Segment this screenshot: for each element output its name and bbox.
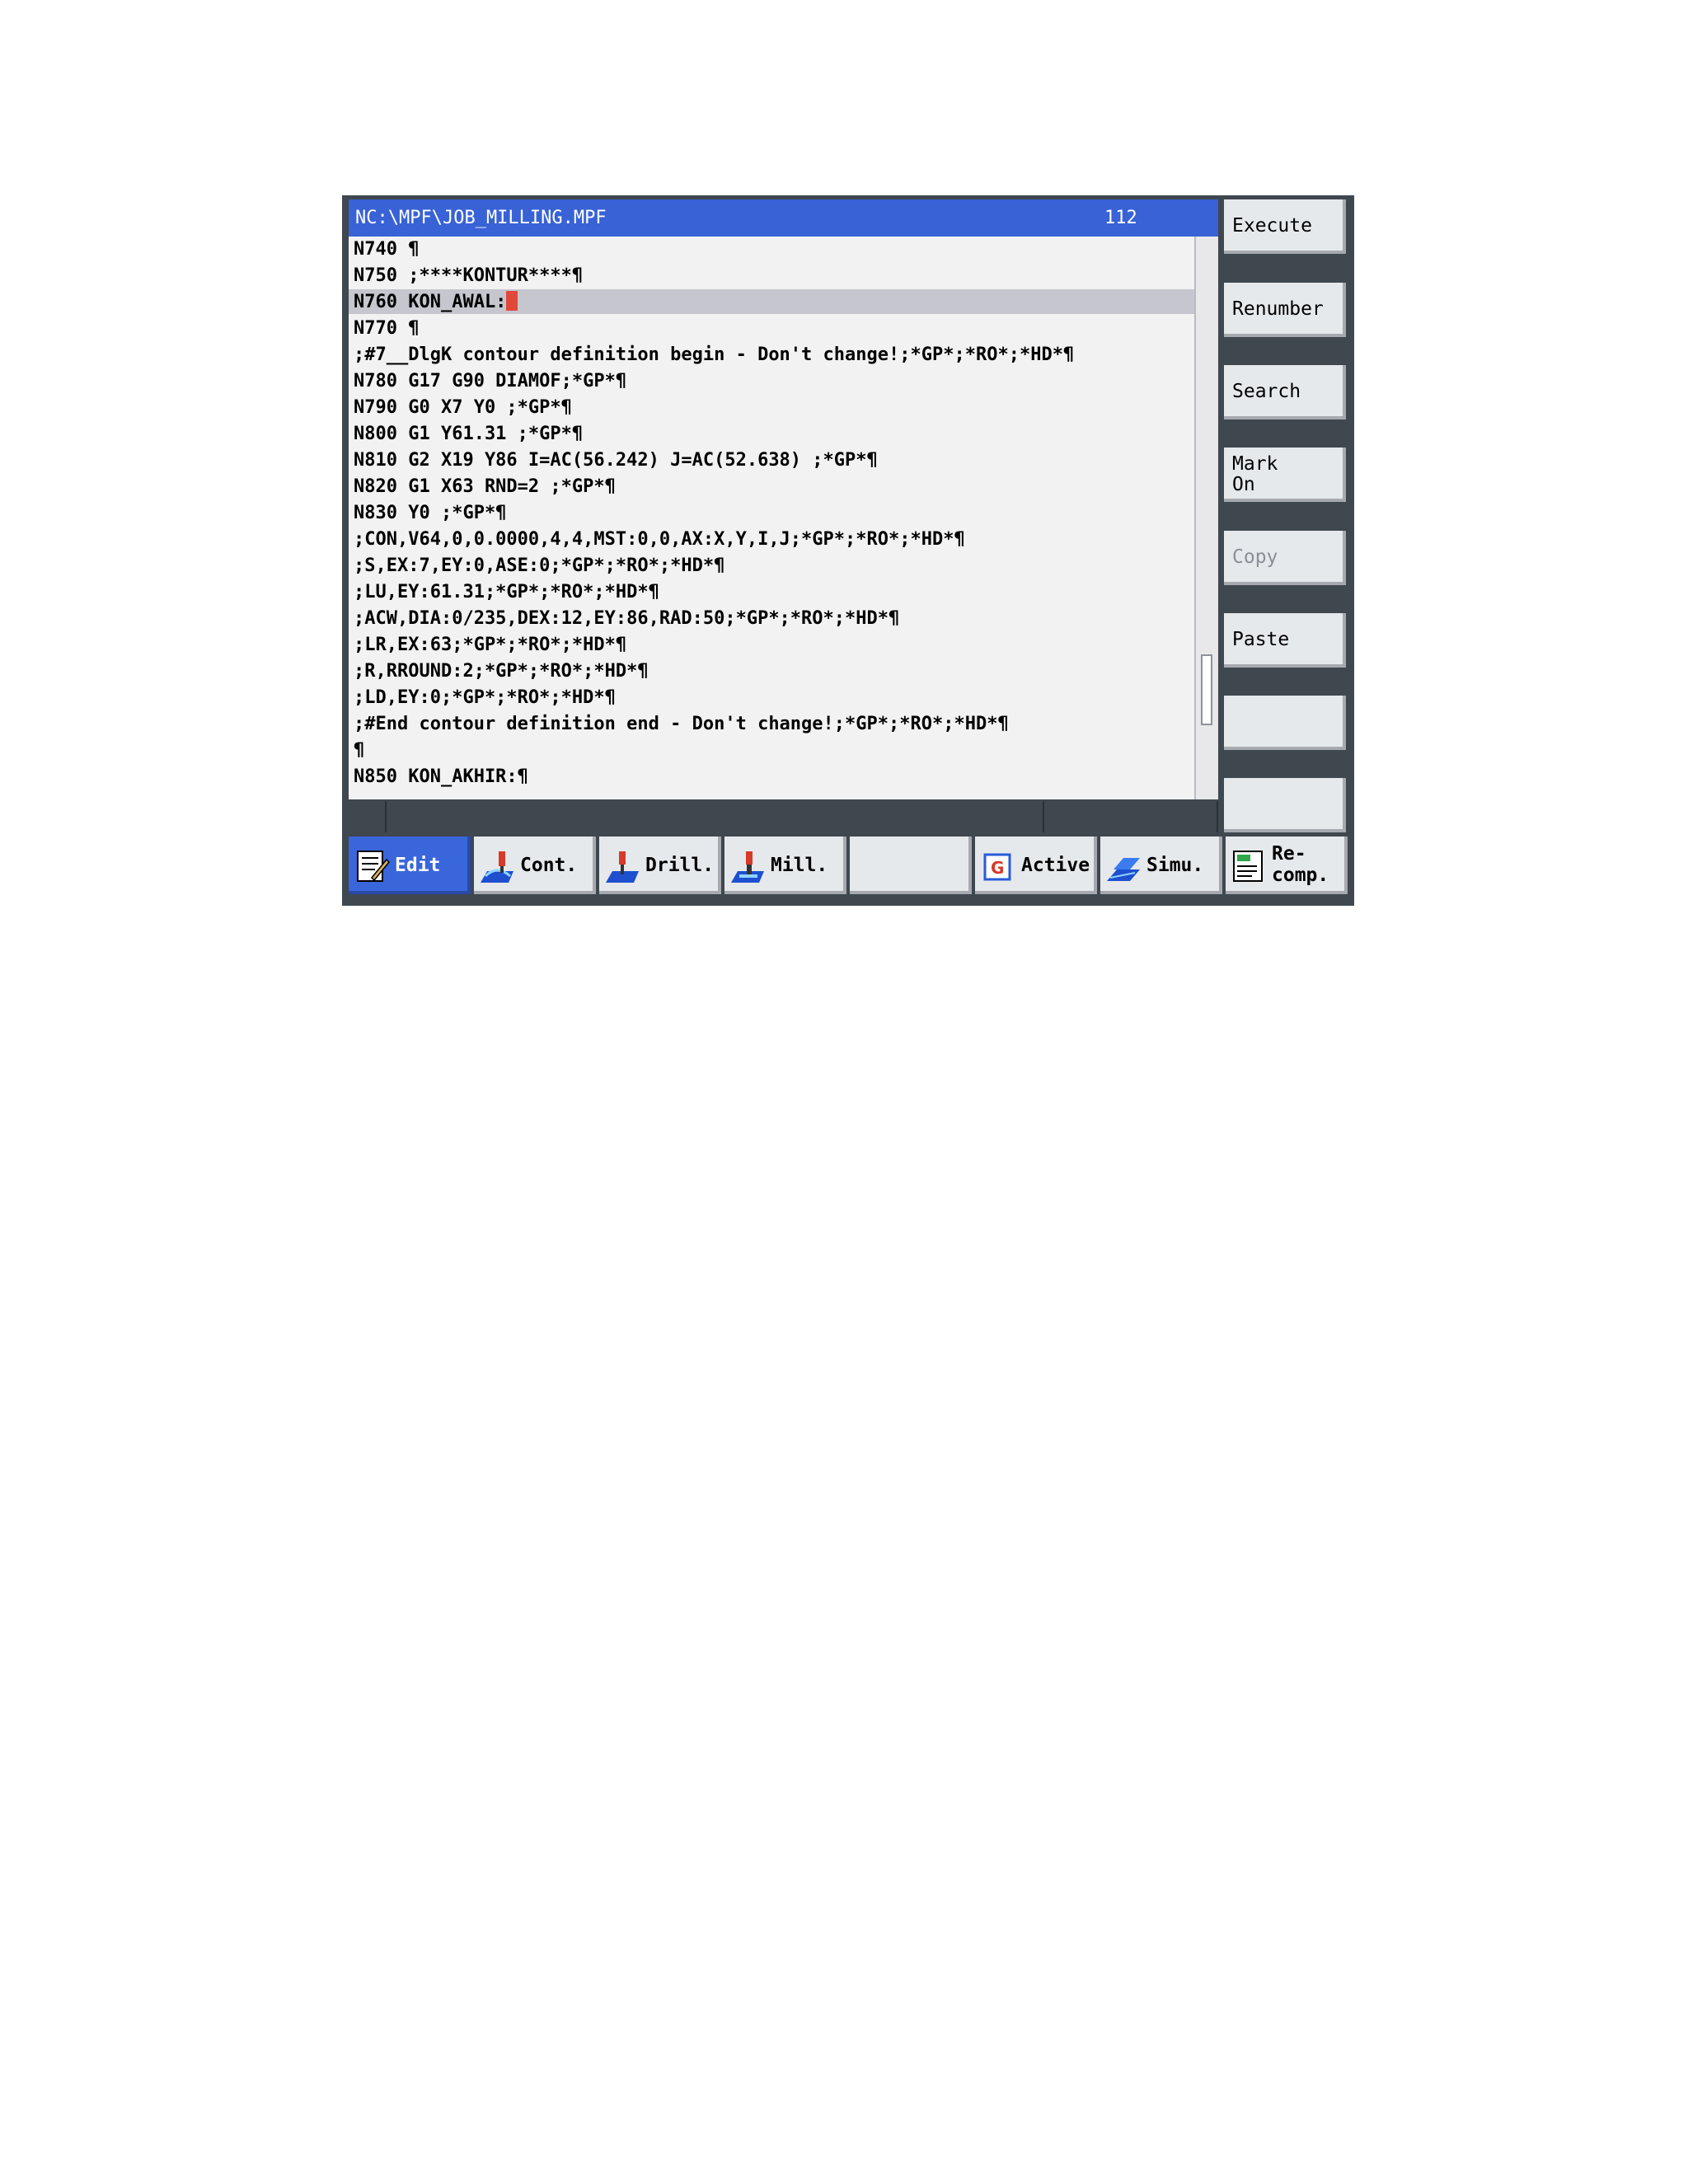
recompile-label-line1: Re- xyxy=(1272,843,1306,865)
contour-button[interactable]: Cont. xyxy=(474,837,596,894)
code-line[interactable]: ;R,RROUND:2;*GP*;*RO*;*HD*¶ xyxy=(349,658,1194,683)
recompile-label: Re- comp. xyxy=(1272,843,1329,886)
code-line[interactable]: ;CON,V64,0,0.0000,4,4,MST:0,0,AX:X,Y,I,J… xyxy=(349,527,1194,551)
svg-text:G: G xyxy=(991,858,1004,878)
drill-icon xyxy=(606,851,639,883)
simulation-label: Simu. xyxy=(1146,855,1204,876)
mark-on-button[interactable]: Mark On xyxy=(1224,448,1346,502)
edit-notepad-icon xyxy=(357,851,390,882)
paste-label: Paste xyxy=(1232,629,1290,650)
edit-label: Edit xyxy=(395,855,441,876)
scrollbar-thumb[interactable] xyxy=(1201,654,1212,725)
empty-softkey-8[interactable] xyxy=(1224,778,1346,832)
empty-softkey-7[interactable] xyxy=(1224,696,1346,750)
drill-button[interactable]: Drill. xyxy=(599,837,721,894)
code-line[interactable]: N810 G2 X19 Y86 I=AC(56.242) J=AC(52.638… xyxy=(349,448,1194,472)
g-code-active-icon: G xyxy=(983,853,1011,881)
text-cursor xyxy=(506,291,518,311)
code-line[interactable]: ;S,EX:7,EY:0,ASE:0;*GP*;*RO*;*HD*¶ xyxy=(349,553,1194,578)
active-button[interactable]: G Active xyxy=(975,837,1097,894)
code-line[interactable]: ;#End contour definition end - Don't cha… xyxy=(349,711,1194,736)
execute-label: Execute xyxy=(1232,215,1312,237)
copy-label: Copy xyxy=(1232,546,1278,568)
contour-label: Cont. xyxy=(520,855,578,876)
vertical-scrollbar[interactable] xyxy=(1194,237,1218,799)
status-segment xyxy=(349,801,387,832)
code-line[interactable]: ;LU,EY:61.31;*GP*;*RO*;*HD*¶ xyxy=(349,579,1194,604)
mill-label: Mill. xyxy=(771,855,828,876)
code-line[interactable]: N740 ¶ xyxy=(349,237,1194,261)
code-line[interactable]: N850 KON_AKHIR:¶ xyxy=(349,764,1194,789)
code-line[interactable]: N770 ¶ xyxy=(349,316,1194,340)
recompile-label-line2: comp. xyxy=(1272,865,1329,886)
mark-on-label: On xyxy=(1232,474,1255,495)
edit-button[interactable]: Edit xyxy=(349,837,471,894)
code-line[interactable]: N800 G1 Y61.31 ;*GP*¶ xyxy=(349,421,1194,446)
search-button[interactable]: Search xyxy=(1224,365,1346,419)
code-line-selected[interactable]: N760 KON_AWAL: xyxy=(349,289,1194,314)
program-editor: NC:\MPF\JOB_MILLING.MPF 112 N740 ¶ N750 … xyxy=(349,199,1218,799)
status-segment xyxy=(1044,801,1218,832)
paste-button[interactable]: Paste xyxy=(1224,613,1346,668)
simulation-icon xyxy=(1107,858,1140,881)
drill-label: Drill. xyxy=(645,855,715,876)
code-line[interactable]: ¶ xyxy=(349,738,1194,762)
code-line-text: N760 KON_AWAL: xyxy=(354,292,507,312)
line-count: 112 xyxy=(1104,208,1137,228)
active-label: Active xyxy=(1021,855,1090,876)
renumber-label: Renumber xyxy=(1232,298,1324,320)
code-line[interactable]: N830 Y0 ;*GP*¶ xyxy=(349,500,1194,525)
status-bar xyxy=(349,799,1218,834)
mill-button[interactable]: Mill. xyxy=(724,837,846,894)
renumber-button[interactable]: Renumber xyxy=(1224,283,1346,337)
search-label: Search xyxy=(1232,381,1301,402)
recompile-icon xyxy=(1233,851,1263,882)
code-line[interactable]: N780 G17 G90 DIAMOF;*GP*¶ xyxy=(349,368,1194,393)
recompile-button[interactable]: Re- comp. xyxy=(1226,837,1348,894)
code-line[interactable]: N820 G1 X63 RND=2 ;*GP*¶ xyxy=(349,474,1194,499)
file-path: NC:\MPF\JOB_MILLING.MPF xyxy=(355,208,607,228)
milling-icon xyxy=(731,851,764,883)
contour-milling-icon xyxy=(481,851,513,883)
execute-button[interactable]: Execute xyxy=(1224,199,1346,254)
code-text-area[interactable]: N740 ¶ N750 ;****KONTUR****¶ N760 KON_AW… xyxy=(349,237,1194,799)
empty-horizontal-softkey[interactable] xyxy=(850,837,972,894)
status-segment xyxy=(387,801,1044,832)
code-line[interactable]: ;LD,EY:0;*GP*;*RO*;*HD*¶ xyxy=(349,685,1194,710)
copy-button[interactable]: Copy xyxy=(1224,531,1346,585)
code-line[interactable]: ;LR,EX:63;*GP*;*RO*;*HD*¶ xyxy=(349,632,1194,657)
code-line[interactable]: N750 ;****KONTUR****¶ xyxy=(349,263,1194,288)
editor-title-bar: NC:\MPF\JOB_MILLING.MPF 112 xyxy=(349,199,1218,237)
code-line[interactable]: ;#7__DlgK contour definition begin - Don… xyxy=(349,342,1194,367)
mark-label: Mark xyxy=(1232,453,1278,475)
code-line[interactable]: ;ACW,DIA:0/235,DEX:12,EY:86,RAD:50;*GP*;… xyxy=(349,606,1194,630)
sinumerik-screen: NC:\MPF\JOB_MILLING.MPF 112 N740 ¶ N750 … xyxy=(342,195,1354,906)
simulation-button[interactable]: Simu. xyxy=(1100,837,1222,894)
code-line[interactable]: N790 G0 X7 Y0 ;*GP*¶ xyxy=(349,395,1194,419)
